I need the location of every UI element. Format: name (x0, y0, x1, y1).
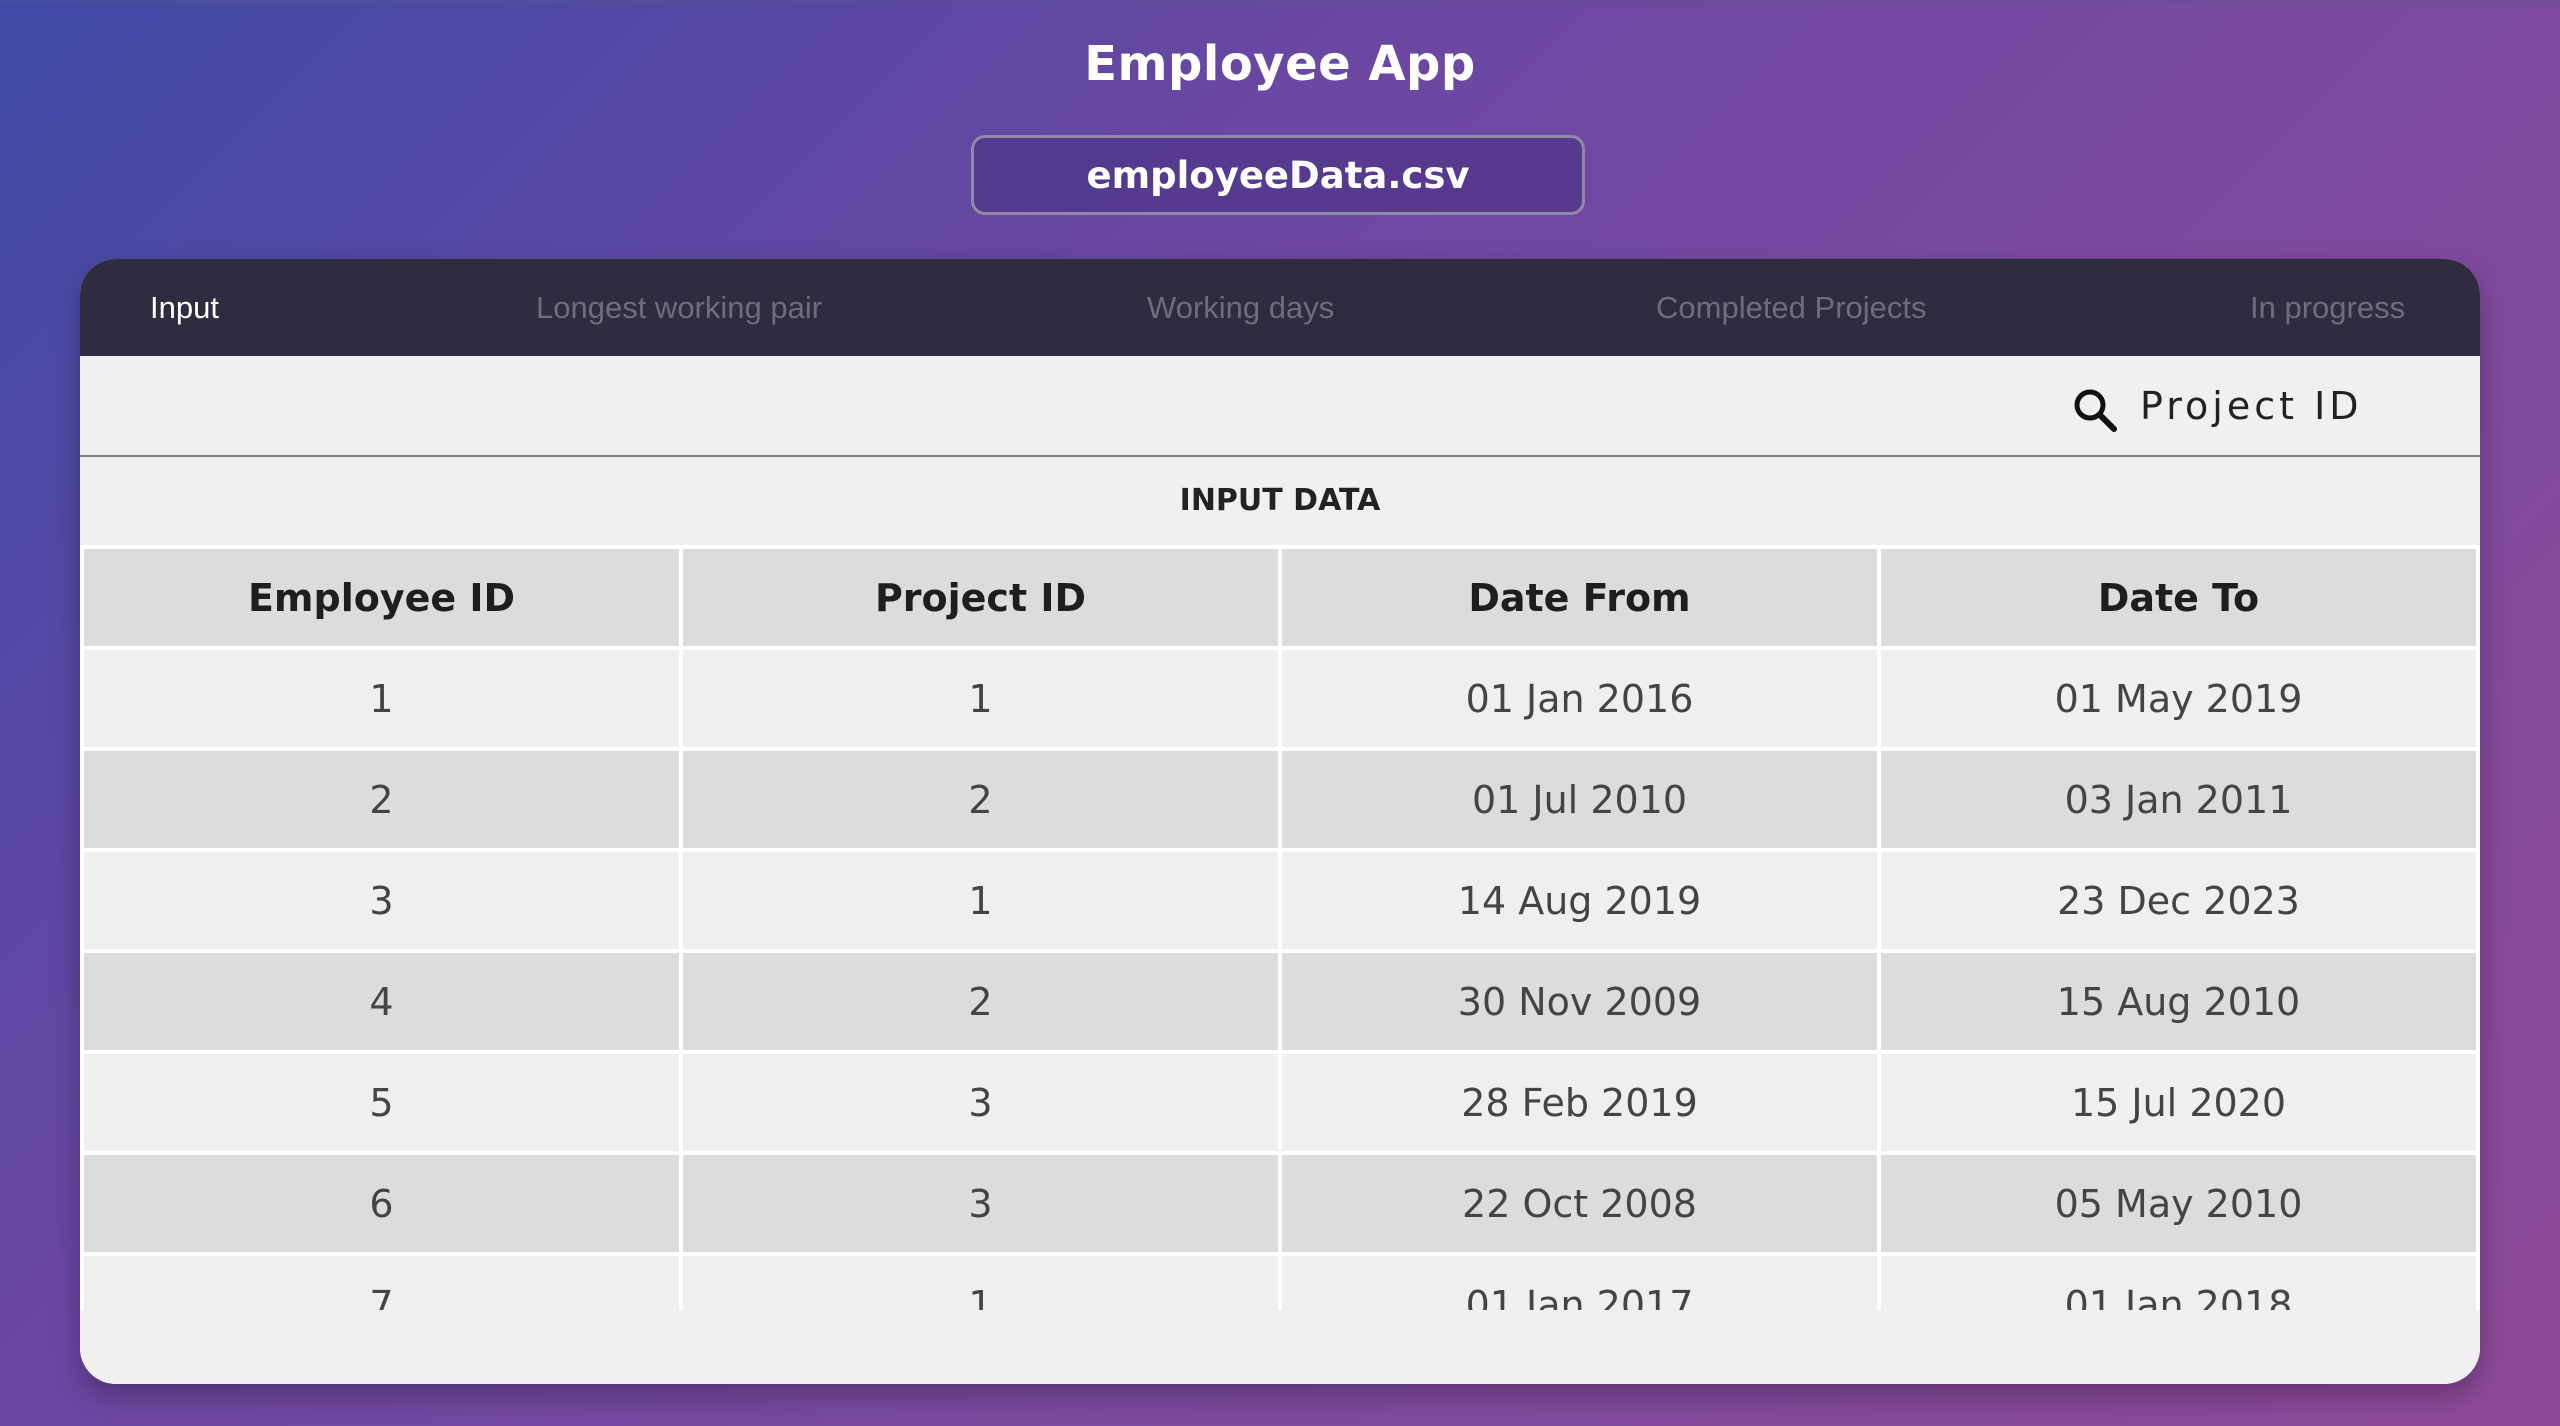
cell-employee-id: 4 (80, 949, 683, 1054)
cell-employee-id: 5 (80, 1050, 683, 1155)
search-icon[interactable] (2072, 387, 2118, 433)
column-header-date-from[interactable]: Date From (1278, 545, 1881, 650)
column-header-project-id[interactable]: Project ID (679, 545, 1282, 650)
cell-project-id: 1 (679, 848, 1282, 953)
cell-project-id: 1 (679, 1252, 1282, 1310)
window-top-edge (0, 0, 2560, 3)
cell-date-from: 28 Feb 2019 (1278, 1050, 1881, 1155)
tab-input[interactable]: Input (150, 259, 219, 356)
data-table-viewport[interactable]: Employee ID Project ID Date From Date To… (80, 545, 2480, 1310)
tab-working-days[interactable]: Working days (1147, 259, 1334, 356)
column-header-employee-id[interactable]: Employee ID (80, 545, 683, 650)
table-row: 1 1 01 Jan 2016 01 May 2019 (80, 646, 2480, 751)
cell-date-from: 01 Jan 2016 (1278, 646, 1881, 751)
main-panel: Input Longest working pair Working days … (80, 259, 2480, 1384)
search-field-select[interactable]: Project ID (2140, 376, 2363, 436)
table-row: 4 2 30 Nov 2009 15 Aug 2010 (80, 949, 2480, 1054)
panel-footer (80, 1310, 2480, 1384)
cell-project-id: 2 (679, 747, 1282, 852)
cell-employee-id: 7 (80, 1252, 683, 1310)
search-toolbar: Project ID (80, 356, 2480, 457)
cell-project-id: 2 (679, 949, 1282, 1054)
table-row: 5 3 28 Feb 2019 15 Jul 2020 (80, 1050, 2480, 1155)
cell-date-from: 22 Oct 2008 (1278, 1151, 1881, 1256)
data-table: Employee ID Project ID Date From Date To… (80, 545, 2480, 1310)
app-title: Employee App (1084, 36, 1476, 92)
table-header-row: Employee ID Project ID Date From Date To (80, 545, 2480, 650)
cell-employee-id: 3 (80, 848, 683, 953)
table-row: 2 2 01 Jul 2010 03 Jan 2011 (80, 747, 2480, 852)
cell-date-to: 03 Jan 2011 (1877, 747, 2480, 852)
cell-date-from: 01 Jul 2010 (1278, 747, 1881, 852)
tab-completed-projects[interactable]: Completed Projects (1656, 259, 1927, 356)
cell-date-from: 14 Aug 2019 (1278, 848, 1881, 953)
cell-date-to: 05 May 2010 (1877, 1151, 2480, 1256)
cell-date-to: 15 Jul 2020 (1877, 1050, 2480, 1155)
section-title: INPUT DATA (80, 457, 2480, 545)
cell-date-from: 30 Nov 2009 (1278, 949, 1881, 1054)
cell-date-to: 15 Aug 2010 (1877, 949, 2480, 1054)
cell-employee-id: 2 (80, 747, 683, 852)
cell-employee-id: 6 (80, 1151, 683, 1256)
cell-date-to: 01 Jan 2018 (1877, 1252, 2480, 1310)
column-header-date-to[interactable]: Date To (1877, 545, 2480, 650)
tab-longest-working-pair[interactable]: Longest working pair (536, 259, 822, 356)
table-row: 7 1 01 Jan 2017 01 Jan 2018 (80, 1252, 2480, 1310)
table-row: 6 3 22 Oct 2008 05 May 2010 (80, 1151, 2480, 1256)
tab-in-progress[interactable]: In progress (2250, 259, 2405, 356)
cell-project-id: 1 (679, 646, 1282, 751)
cell-project-id: 3 (679, 1151, 1282, 1256)
cell-date-to: 01 May 2019 (1877, 646, 2480, 751)
cell-date-to: 23 Dec 2023 (1877, 848, 2480, 953)
file-upload-button[interactable]: employeeData.csv (971, 135, 1585, 215)
cell-project-id: 3 (679, 1050, 1282, 1155)
tab-bar: Input Longest working pair Working days … (80, 259, 2480, 356)
cell-date-from: 01 Jan 2017 (1278, 1252, 1881, 1310)
cell-employee-id: 1 (80, 646, 683, 751)
table-row: 3 1 14 Aug 2019 23 Dec 2023 (80, 848, 2480, 953)
